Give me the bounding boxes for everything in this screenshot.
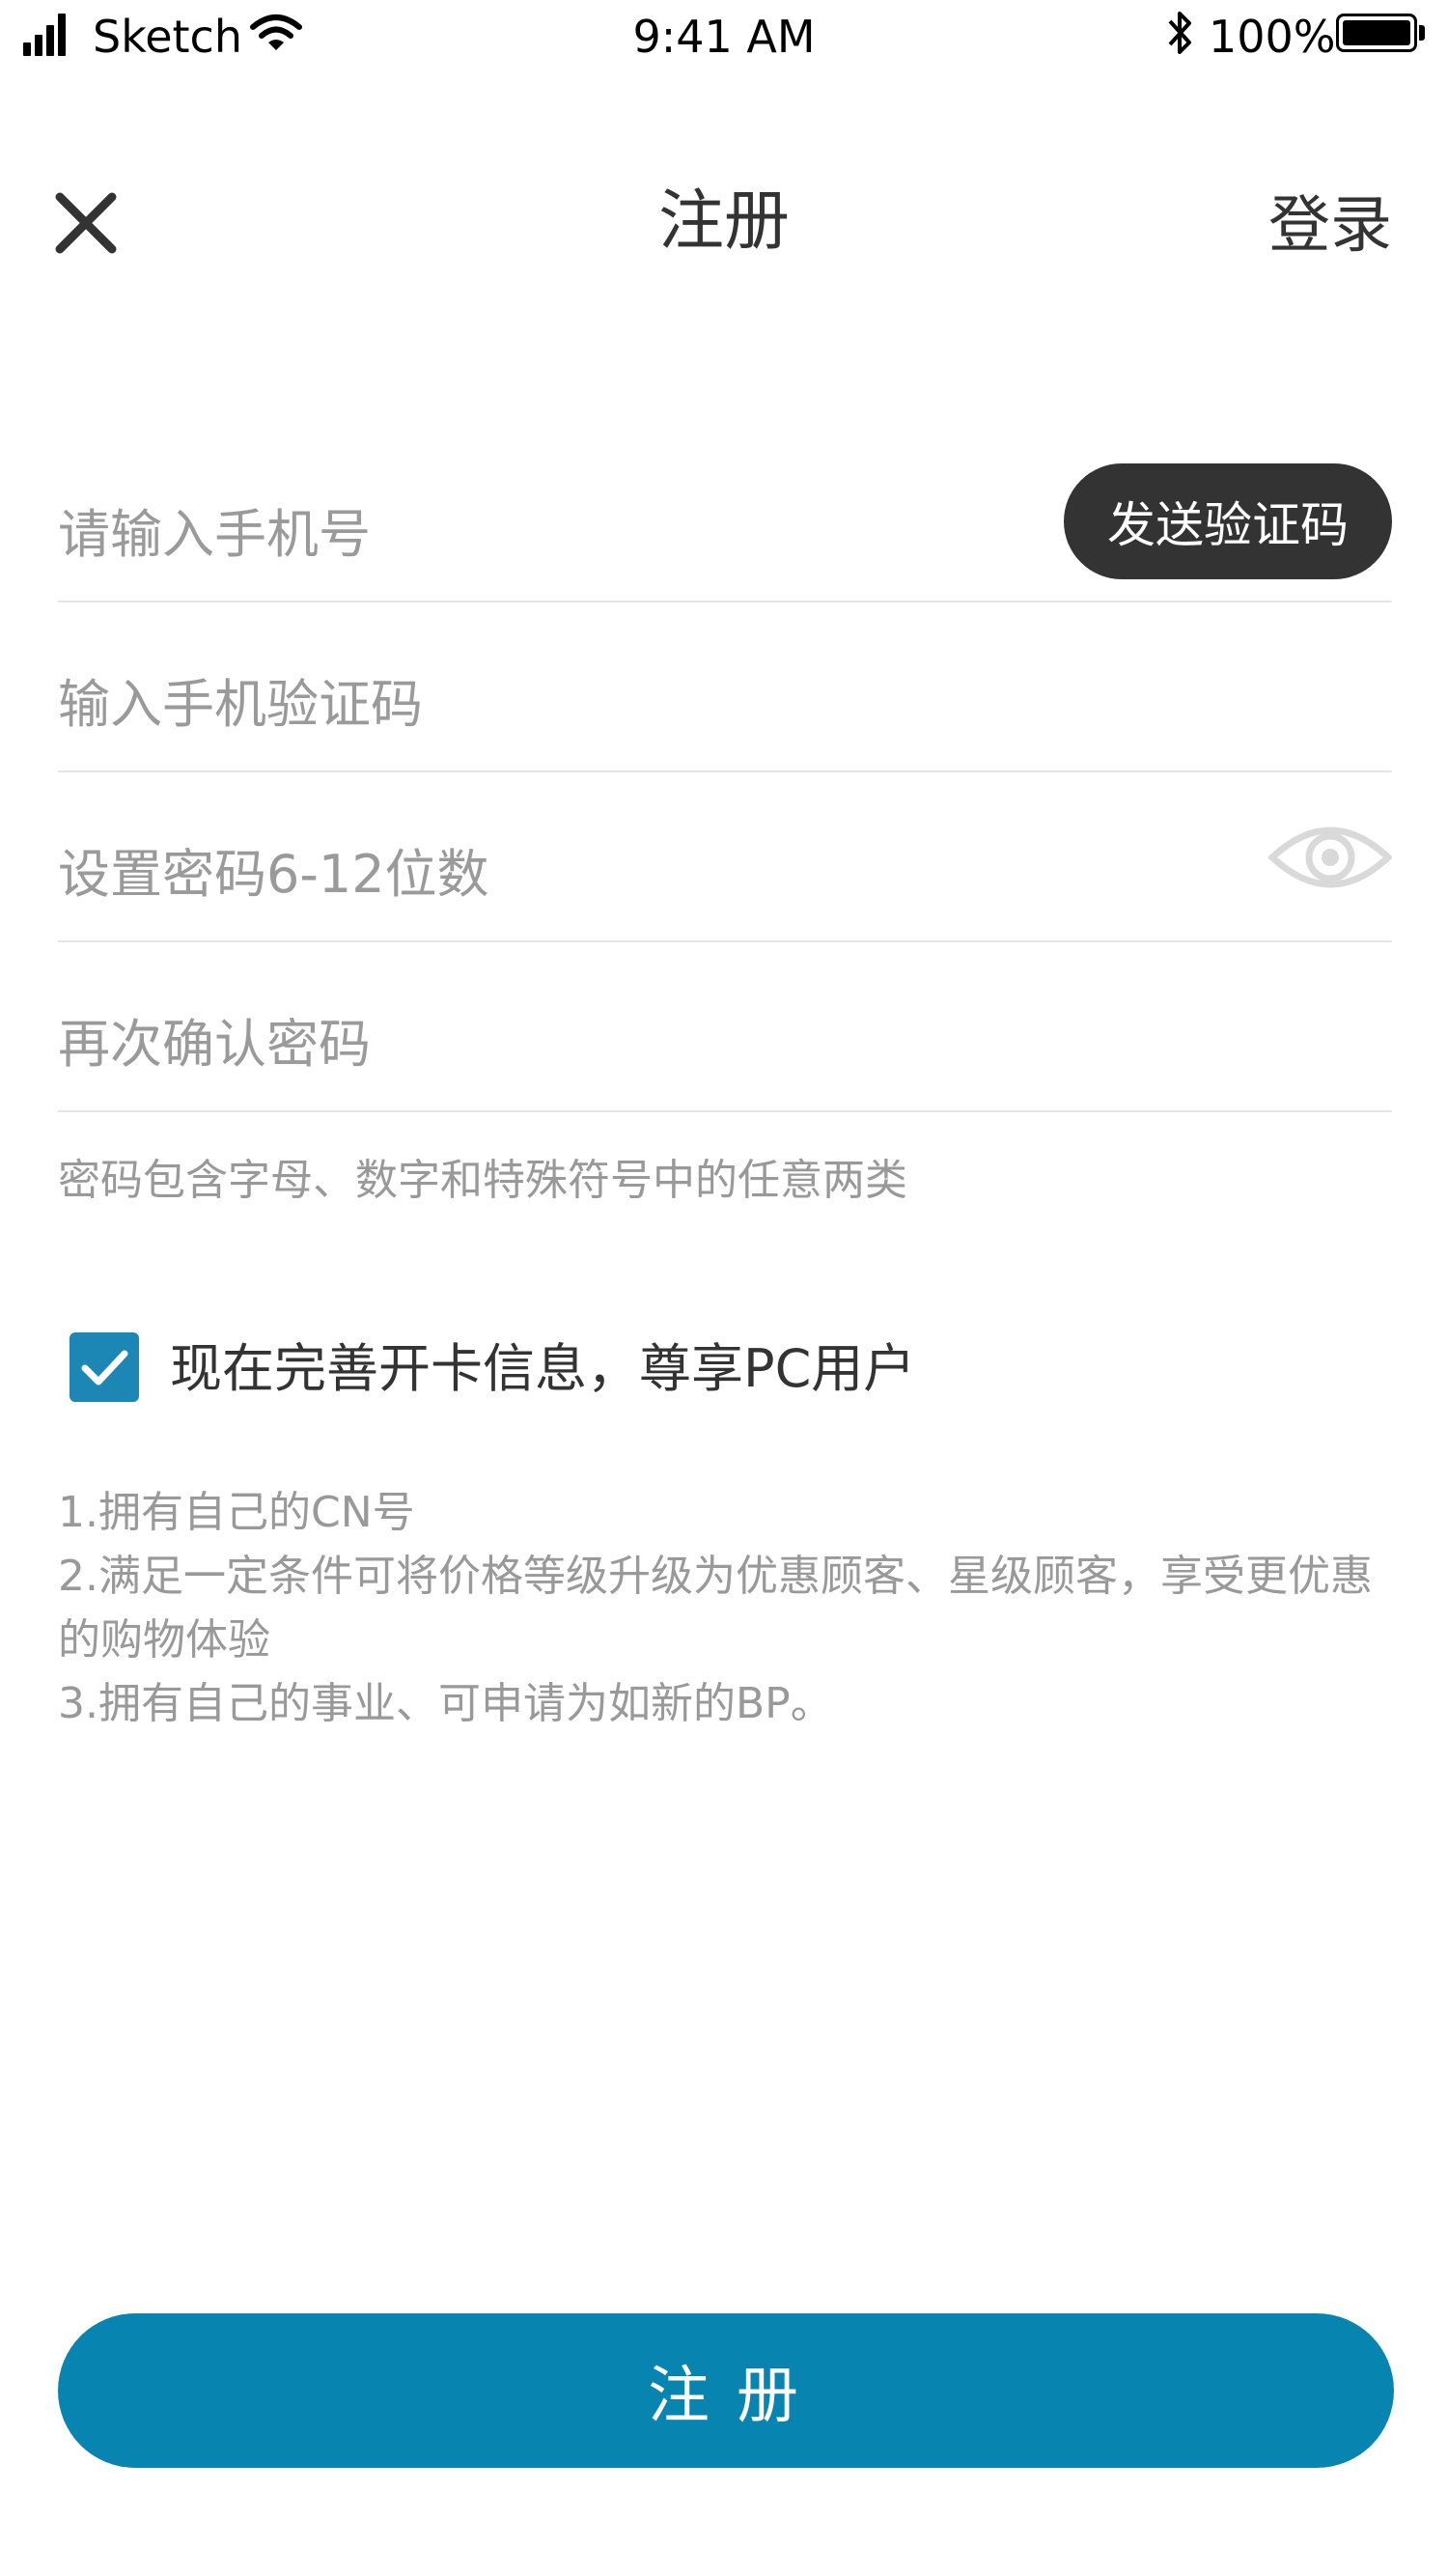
benefit-item: 3.拥有自己的事业、可申请为如新的BP。 [58, 1679, 833, 1728]
register-button[interactable]: 注册 [58, 2313, 1394, 2468]
phone-field: 发送验证码 [58, 433, 1392, 602]
status-bar: Sketch 9:41 AM 100% [0, 0, 1448, 72]
send-code-button[interactable]: 发送验证码 [1064, 463, 1392, 579]
code-field [58, 602, 1392, 772]
checkmark-icon [81, 1350, 128, 1386]
phone-input[interactable] [58, 433, 1023, 601]
confirm-password-field [58, 942, 1392, 1112]
login-link[interactable]: 登录 [1268, 187, 1392, 265]
battery-percent: 100% [1209, 11, 1336, 63]
password-field [58, 772, 1392, 942]
checkbox-label: 现在完善开卡信息，尊享PC用户 [170, 1338, 916, 1399]
battery-nub [1419, 25, 1425, 41]
password-hint: 密码包含字母、数字和特殊符号中的任意两类 [58, 1156, 907, 1205]
benefits-list: 1.拥有自己的CN号 2.满足一定条件可将价格等级升级为优惠顾客、星级顾客，享受… [58, 1481, 1400, 1736]
page-title: 注册 [657, 183, 790, 260]
checkbox[interactable] [70, 1332, 139, 1402]
password-input[interactable] [58, 772, 1023, 940]
benefit-item: 2.满足一定条件可将价格等级升级为优惠顾客、星级顾客，享受更优惠的购物体验 [58, 1552, 1373, 1665]
benefit-item: 1.拥有自己的CN号 [58, 1488, 415, 1537]
eye-icon[interactable] [1268, 809, 1392, 906]
battery-icon [1336, 14, 1417, 52]
confirm-password-input[interactable] [58, 942, 1023, 1110]
bluetooth-icon [1168, 12, 1191, 54]
code-input[interactable] [58, 602, 1023, 770]
